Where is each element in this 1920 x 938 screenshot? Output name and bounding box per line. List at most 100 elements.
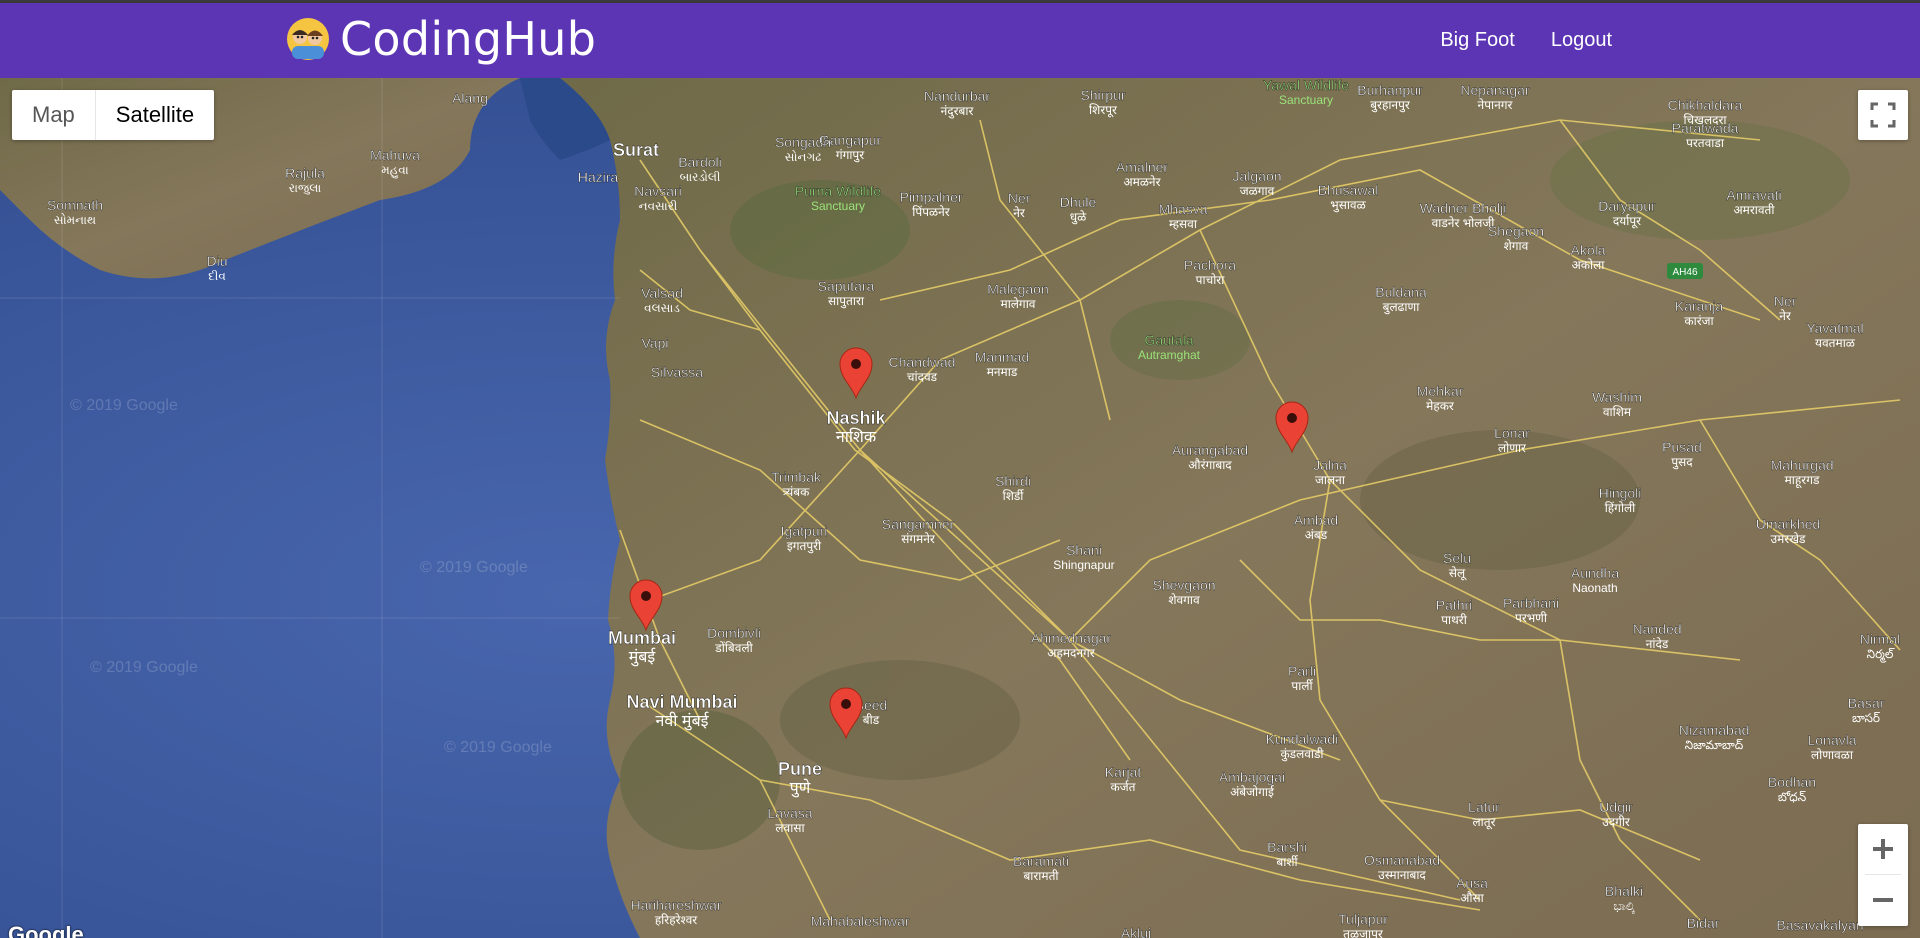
- place-name: Nirmal: [1860, 631, 1900, 647]
- marker-dot: [851, 359, 861, 369]
- nav-link-logout[interactable]: Logout: [1551, 29, 1612, 52]
- place-name: Shirdi: [995, 473, 1031, 489]
- place-name-local: लोणार: [1498, 441, 1527, 455]
- place-name-local: नेपानगर: [1478, 98, 1514, 112]
- place-name: Pathri: [1436, 597, 1473, 613]
- place-name: Barshi: [1267, 839, 1307, 855]
- zoom-out-button[interactable]: [1858, 875, 1908, 925]
- place-name: Parli: [1288, 663, 1316, 679]
- place-name-local: कुंडलवाडी: [1280, 747, 1324, 762]
- place-name: Nanded: [1632, 621, 1681, 637]
- place-name-local: बार्शी: [1276, 855, 1298, 869]
- place-name-local: पुणे: [790, 778, 811, 798]
- place-name: Bardoli: [678, 154, 722, 170]
- place-name: Dombivli: [707, 625, 761, 641]
- place-name: Jalgaon: [1232, 168, 1281, 184]
- place-name-local: सापुतारा: [828, 294, 865, 309]
- place-name: Ner: [1774, 293, 1797, 309]
- place-name-local: अकोला: [1572, 258, 1606, 272]
- place-name: Shevgaon: [1152, 577, 1215, 593]
- place-name: Parbhani: [1503, 595, 1559, 611]
- place-name-local: Shingnapur: [1053, 558, 1114, 572]
- place-name: Basar: [1848, 695, 1885, 711]
- place-name-local: સોનગઢ: [785, 150, 821, 164]
- place-name: Shani: [1066, 542, 1102, 558]
- place-name-local: औरंगाबाद: [1188, 458, 1232, 472]
- place-name-local: नांदेड: [1646, 637, 1669, 651]
- place-name: Malegaon: [987, 281, 1049, 297]
- place-name: Lonavla: [1807, 732, 1856, 748]
- place-name: Hingoli: [1599, 485, 1642, 501]
- place-name: Silvassa: [651, 364, 703, 380]
- place-name-local: मुंबई: [629, 647, 657, 667]
- brand-name: CodingHub: [340, 12, 597, 66]
- place-name: Shegaon: [1488, 223, 1544, 239]
- place-name-local: నిజామాబాద్: [1685, 738, 1744, 752]
- place-name-local: બારડોલી: [680, 170, 721, 184]
- place-name: Karanja: [1675, 298, 1723, 314]
- place-name-local: బాసర్: [1852, 711, 1880, 725]
- place-name-local: मालेगाव: [1001, 297, 1036, 311]
- place-name: Udgir: [1599, 799, 1633, 815]
- place-name: Hazira: [578, 169, 619, 185]
- place-name: Amravati: [1726, 187, 1781, 203]
- place-name-local: नाशिक: [836, 427, 877, 446]
- map-type-satellite-button[interactable]: Satellite: [96, 90, 214, 140]
- watermark-text: © 2019 Google: [70, 397, 178, 414]
- place-name: Mehkar: [1417, 383, 1464, 399]
- place-name-local: परभणी: [1515, 611, 1548, 625]
- place-name: Nizamabad: [1679, 722, 1750, 738]
- place-name: Washim: [1592, 389, 1642, 405]
- place-name: Navi Mumbai: [626, 692, 737, 712]
- place-name: Mahurgad: [1770, 457, 1833, 473]
- fullscreen-icon: [1870, 102, 1896, 128]
- marker-dot: [641, 591, 651, 601]
- map-type-map-button[interactable]: Map: [12, 90, 96, 140]
- place-name-local: पिंपळनेर: [912, 205, 951, 219]
- place-name-local: हिंगोली: [1605, 501, 1636, 515]
- place-name: Kundalwadi: [1266, 731, 1338, 747]
- google-attribution: Google: [8, 922, 84, 938]
- place-name-local: नंदुरबार: [941, 104, 975, 119]
- zoom-in-button[interactable]: [1858, 824, 1908, 874]
- place-name-local: રાજુલા: [289, 181, 322, 195]
- place-name: Yawal Wildlife: [1263, 78, 1349, 93]
- place-name: Gautala: [1144, 332, 1193, 348]
- place-name-local: बुरहानपुर: [1370, 98, 1411, 113]
- place-name-local: Naonath: [1572, 581, 1617, 595]
- place-name: Paratwada: [1672, 120, 1739, 136]
- place-name-local: जळगाव: [1240, 184, 1275, 198]
- satellite-map[interactable]: © 2019 Google © 2019 Google © 2019 Googl…: [0, 78, 1920, 938]
- place-name: Ausa: [1456, 875, 1488, 891]
- place-name: Chandwad: [889, 354, 956, 370]
- place-name: Alang: [452, 90, 488, 106]
- place-name-local: शेवगाव: [1168, 593, 1200, 607]
- fullscreen-button[interactable]: [1858, 90, 1908, 140]
- place-name-local: गंगापुर: [836, 148, 865, 163]
- plus-icon: [1873, 839, 1893, 859]
- place-name-local: బోధన్: [1778, 790, 1806, 804]
- place-name-local: पाचोरा: [1196, 273, 1226, 287]
- place-name: Mahabaleshwar: [811, 913, 910, 929]
- place-name: Amalner: [1116, 159, 1168, 175]
- place-name: Mumbai: [608, 628, 676, 648]
- place-name-local: नवी मुंबई: [656, 711, 710, 731]
- nav-links: Big Foot Logout: [1440, 29, 1612, 52]
- brand[interactable]: CodingHub: [286, 12, 597, 66]
- place-name-local: बुलढाणा: [1383, 300, 1421, 315]
- place-name-local: अंबड: [1305, 528, 1328, 542]
- place-name-local: વલસાડ: [644, 301, 680, 315]
- place-name: Lavasa: [767, 805, 812, 821]
- place-name: Chikhaldara: [1668, 97, 1743, 113]
- map-view[interactable]: © 2019 Google © 2019 Google © 2019 Googl…: [0, 78, 1920, 938]
- place-name: Akola: [1570, 242, 1605, 258]
- place-name-local: कारंजा: [1684, 314, 1714, 328]
- place-name: Manmad: [975, 349, 1029, 365]
- nav-link-big-foot[interactable]: Big Foot: [1440, 29, 1514, 52]
- place-name: Dhule: [1060, 194, 1097, 210]
- place-name-local: डोंबिवली: [714, 641, 753, 655]
- place-name: Saputara: [818, 278, 875, 294]
- logo-icon: [287, 18, 329, 60]
- place-name: Bhusawal: [1318, 182, 1379, 198]
- watermark-text: © 2019 Google: [444, 739, 552, 756]
